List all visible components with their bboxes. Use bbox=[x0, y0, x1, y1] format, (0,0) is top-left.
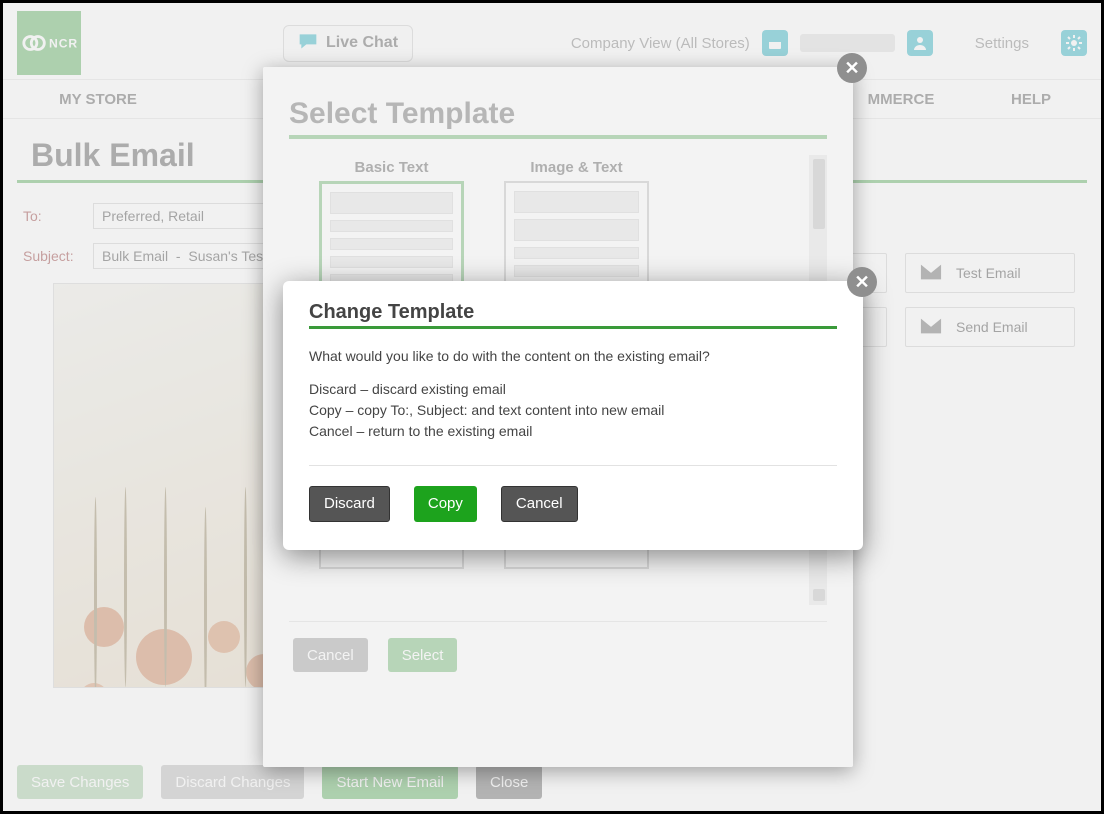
chat-icon bbox=[298, 32, 318, 55]
settings-link[interactable]: Settings bbox=[975, 35, 1029, 52]
template-label: Image & Text bbox=[504, 159, 649, 181]
change-template-line2: Copy – copy To:, Subject: and text conte… bbox=[309, 401, 837, 420]
test-email-label: Test Email bbox=[956, 265, 1021, 281]
nav-commerce-partial[interactable]: MMERCE bbox=[841, 91, 961, 108]
svg-text:NCR: NCR bbox=[49, 37, 77, 51]
user-icon[interactable] bbox=[907, 30, 933, 56]
company-view-label[interactable]: Company View (All Stores) bbox=[571, 35, 750, 52]
change-template-line3: Cancel – return to the existing email bbox=[309, 422, 837, 441]
send-email-label: Send Email bbox=[956, 319, 1028, 335]
start-new-email-button[interactable]: Start New Email bbox=[322, 765, 458, 799]
mail-icon bbox=[920, 263, 942, 284]
change-template-title: Change Template bbox=[309, 301, 837, 324]
brand-logo: NCR bbox=[17, 11, 81, 75]
mail-icon bbox=[920, 317, 942, 338]
copy-button[interactable]: Copy bbox=[414, 486, 477, 522]
subject-label: Subject: bbox=[23, 248, 93, 264]
nav-my-store[interactable]: MY STORE bbox=[3, 91, 193, 108]
close-icon[interactable]: ✕ bbox=[837, 53, 867, 83]
test-email-button[interactable]: Test Email bbox=[905, 253, 1075, 293]
store-icon[interactable] bbox=[762, 30, 788, 56]
live-chat-label: Live Chat bbox=[326, 34, 398, 52]
discard-changes-button[interactable]: Discard Changes bbox=[161, 765, 304, 799]
discard-button[interactable]: Discard bbox=[309, 486, 390, 522]
template-cancel-button[interactable]: Cancel bbox=[293, 638, 368, 672]
select-template-title: Select Template bbox=[289, 97, 827, 131]
close-icon[interactable]: ✕ bbox=[847, 267, 877, 297]
change-template-modal: ✕ Change Template What would you like to… bbox=[283, 281, 863, 550]
nav-help[interactable]: HELP bbox=[961, 91, 1101, 108]
template-select-button[interactable]: Select bbox=[388, 638, 458, 672]
change-template-line1: Discard – discard existing email bbox=[309, 380, 837, 399]
save-changes-button[interactable]: Save Changes bbox=[17, 765, 143, 799]
cancel-button[interactable]: Cancel bbox=[501, 486, 578, 522]
gear-icon[interactable] bbox=[1061, 30, 1087, 56]
template-label: Basic Text bbox=[319, 159, 464, 181]
live-chat-button[interactable]: Live Chat bbox=[283, 25, 413, 62]
send-email-button[interactable]: Send Email bbox=[905, 307, 1075, 347]
to-label: To: bbox=[23, 208, 93, 224]
change-template-prompt: What would you like to do with the conte… bbox=[309, 347, 837, 366]
close-button[interactable]: Close bbox=[476, 765, 542, 799]
user-name-placeholder bbox=[800, 34, 895, 52]
